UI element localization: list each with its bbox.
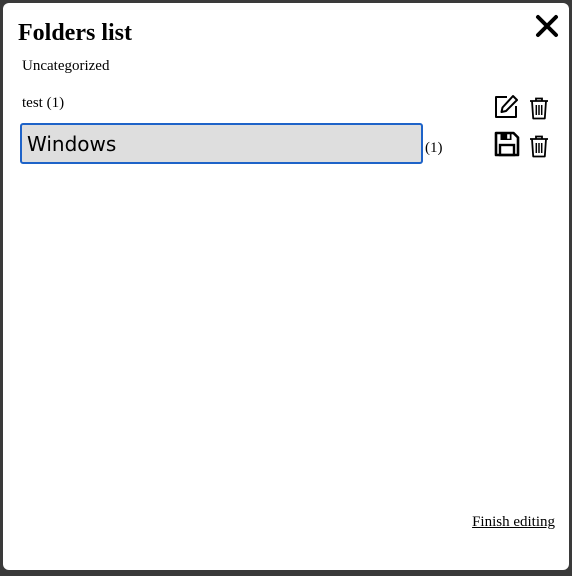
save-icon [494,131,520,157]
close-button[interactable] [534,13,560,39]
delete-folder-windows-button[interactable] [529,134,549,158]
finish-editing-link[interactable]: Finish editing [472,513,555,531]
edit-folder-test-button[interactable] [493,94,519,120]
delete-folder-test-button[interactable] [529,96,549,120]
dialog-title: Folders list [18,20,132,46]
trash-icon [530,135,548,158]
folder-count: (1) [425,140,443,156]
folder-name-input[interactable] [20,123,423,164]
folder-item-uncategorized[interactable]: Uncategorized [22,57,109,75]
folders-dialog: Folders list Uncategorized test (1) (1) [3,3,569,570]
close-icon [536,15,558,37]
edit-icon [495,95,518,118]
save-folder-button[interactable] [494,131,520,157]
trash-icon [530,97,548,120]
folder-item-test[interactable]: test (1) [22,94,64,112]
